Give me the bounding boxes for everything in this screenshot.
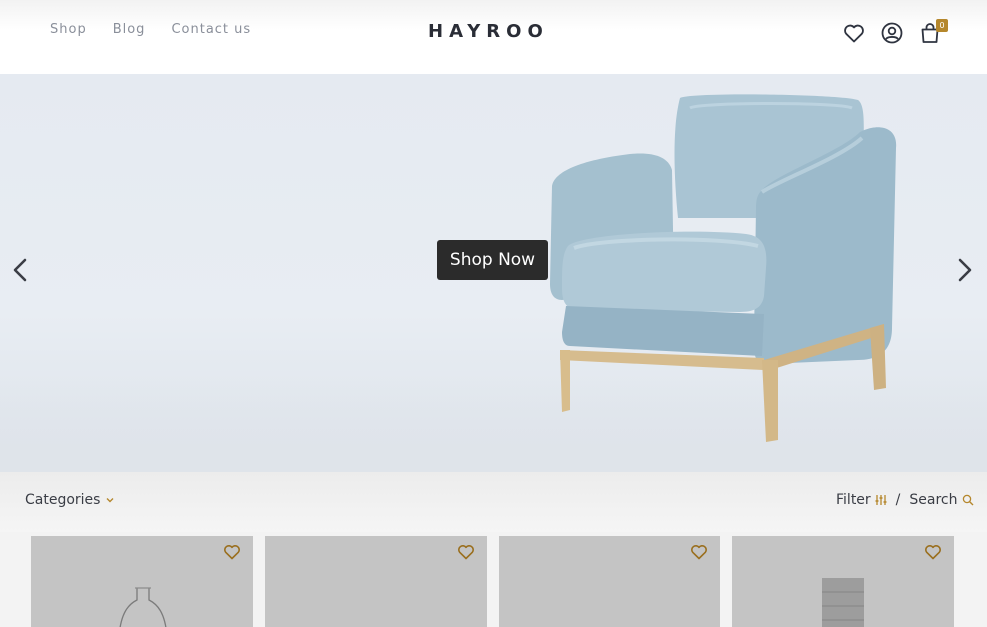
nav-shop[interactable]: Shop [50,22,87,37]
wishlist-heart-icon[interactable] [690,544,708,560]
toolbar-separator: / [895,492,901,508]
wishlist-heart-icon[interactable] [924,544,942,560]
cart-bag-icon[interactable]: 0 [918,19,948,45]
shop-now-button[interactable]: Shop Now [437,240,548,280]
product-grid [31,536,954,627]
armchair-image [550,94,897,442]
cart-count-badge: 0 [936,19,948,32]
filter-sliders-icon [875,495,887,505]
filter-search-group: Filter / Search [836,492,974,508]
nav-blog[interactable]: Blog [113,22,146,37]
wishlist-heart-icon[interactable] [457,544,475,560]
product-card-1[interactable] [31,536,253,627]
filter-label: Filter [836,492,871,508]
search-label: Search [909,492,958,508]
wishlist-heart-icon[interactable] [842,21,866,45]
nav-contact[interactable]: Contact us [171,22,251,37]
header-icons: 0 [842,19,948,45]
hero-banner: Shop Now [0,74,987,472]
categories-dropdown[interactable]: Categories [25,492,115,508]
search-button[interactable]: Search [909,492,973,508]
grey-drawers-image [822,578,864,627]
wishlist-heart-icon[interactable] [223,544,241,560]
next-slide-chevron-right-icon[interactable] [953,255,977,285]
prev-slide-chevron-left-icon[interactable] [8,255,32,285]
search-icon [962,494,973,506]
product-toolbar: Categories Filter / Search [0,472,987,532]
glass-vase-image [119,587,167,627]
product-card-2[interactable] [265,536,487,627]
filter-button[interactable]: Filter [836,492,887,508]
site-header: Shop Blog Contact us HAYROO 0 [0,0,987,74]
categories-label: Categories [25,492,101,508]
account-user-icon[interactable] [880,21,904,45]
main-nav: Shop Blog Contact us [50,22,251,37]
chevron-down-icon [106,498,114,503]
product-card-4[interactable] [732,536,954,627]
site-logo[interactable]: HAYROO [428,21,549,42]
product-card-3[interactable] [499,536,720,627]
